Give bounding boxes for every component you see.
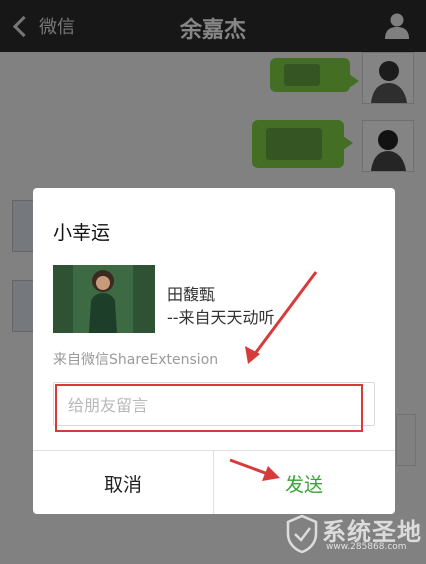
album-thumbnail [53, 265, 155, 333]
dialog-actions: 取消 发送 [33, 450, 395, 514]
shield-icon [286, 514, 318, 554]
share-source-label: 来自微信ShareExtension [53, 352, 219, 368]
song-source: --来自天天动听 [167, 308, 275, 327]
send-button[interactable]: 发送 [214, 451, 394, 514]
watermark-url: www.285868.com [326, 542, 407, 552]
song-title: 田馥甄 [167, 285, 216, 304]
dialog-title: 小幸运 [53, 222, 111, 244]
highlight-box [55, 384, 363, 432]
watermark: 系统圣地 www.285868.com [286, 512, 426, 560]
share-dialog: 小幸运 田馥甄 --来自天天动听 来自微信ShareExtension 取消 发… [33, 188, 395, 514]
cancel-button[interactable]: 取消 [33, 451, 214, 514]
